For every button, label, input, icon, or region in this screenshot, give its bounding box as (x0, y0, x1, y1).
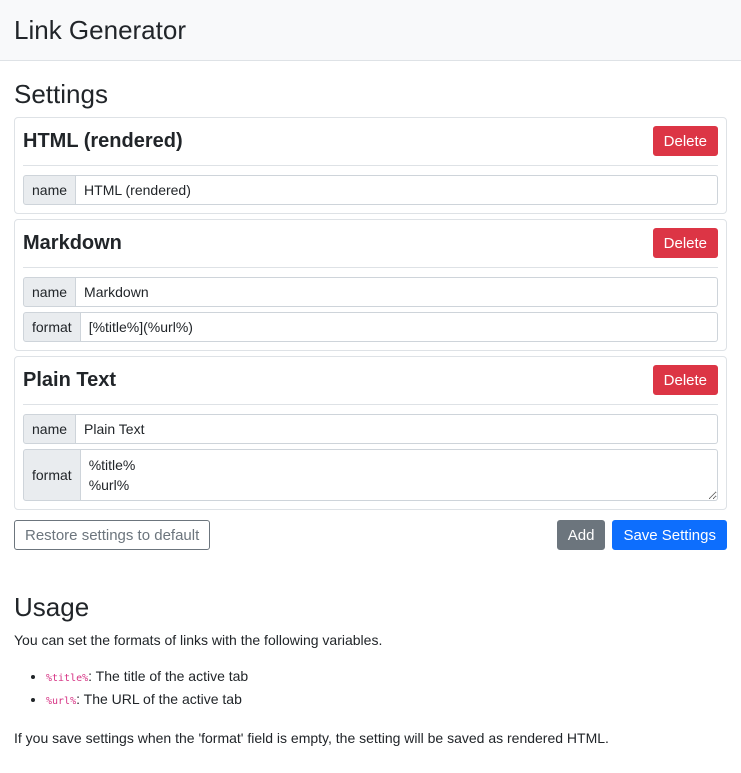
variable-code: %url% (46, 696, 77, 707)
main-content: Settings HTML (rendered) Delete name Mar… (0, 79, 741, 748)
setting-card-markdown: Markdown Delete name format (14, 219, 727, 351)
format-label: format (23, 312, 81, 342)
name-input-group: name (23, 175, 718, 205)
save-settings-button[interactable]: Save Settings (612, 520, 727, 550)
settings-actions: Restore settings to default Add Save Set… (14, 520, 727, 550)
name-label: name (23, 175, 77, 205)
name-input[interactable] (76, 414, 718, 444)
settings-title: Settings (14, 79, 108, 109)
card-header: Plain Text Delete (23, 365, 718, 405)
delete-button[interactable]: Delete (652, 228, 718, 258)
name-label: name (23, 277, 77, 307)
app-header: Link Generator (0, 0, 741, 61)
name-label: name (23, 414, 77, 444)
format-textarea[interactable]: %title% %url% (80, 449, 718, 501)
name-input-group: name (23, 414, 718, 444)
usage-note: If you save settings when the 'format' f… (14, 730, 609, 746)
action-buttons-right: Add Save Settings (556, 520, 727, 550)
format-input-group: format %title% %url% (23, 449, 718, 501)
usage-intro: You can set the formats of links with th… (14, 632, 383, 648)
list-item: %url%: The URL of the active tab (46, 689, 727, 712)
format-input[interactable] (80, 312, 718, 342)
variable-list: %title%: The title of the active tab %ur… (46, 666, 727, 712)
name-input-group: name (23, 277, 718, 307)
format-input-group: format (23, 312, 718, 342)
variable-desc: : The title of the active tab (88, 668, 249, 684)
card-title: Markdown (23, 231, 122, 254)
variable-code: %title% (46, 673, 89, 684)
delete-button[interactable]: Delete (652, 126, 718, 156)
delete-button[interactable]: Delete (652, 365, 718, 395)
app-title: Link Generator (14, 14, 186, 45)
restore-defaults-button[interactable]: Restore settings to default (14, 520, 211, 550)
setting-card-html: HTML (rendered) Delete name (14, 117, 727, 214)
variable-desc: : The URL of the active tab (76, 691, 242, 707)
card-header: Markdown Delete (23, 228, 718, 268)
format-label: format (23, 449, 81, 501)
card-header: HTML (rendered) Delete (23, 126, 718, 166)
usage-title: Usage (14, 592, 90, 622)
add-button[interactable]: Add (556, 520, 606, 550)
name-input[interactable] (76, 175, 718, 205)
name-input[interactable] (76, 277, 718, 307)
list-item: %title%: The title of the active tab (46, 666, 727, 689)
card-title: Plain Text (23, 368, 116, 391)
card-title: HTML (rendered) (23, 129, 183, 152)
setting-card-plain-text: Plain Text Delete name format %title% %u… (14, 356, 727, 510)
